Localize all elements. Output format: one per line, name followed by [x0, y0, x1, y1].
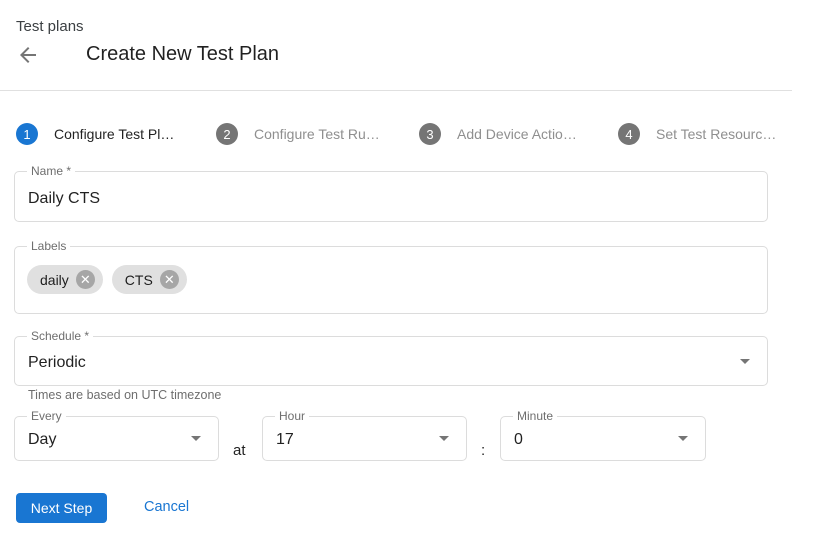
minute-select[interactable]: Minute 0: [500, 416, 706, 461]
chip-label: daily: [40, 272, 69, 288]
schedule-value: Periodic: [28, 354, 86, 372]
cancel-icon[interactable]: ✕: [76, 270, 95, 289]
name-input[interactable]: Daily CTS: [28, 190, 100, 208]
schedule-select[interactable]: Schedule * Periodic: [14, 336, 768, 386]
step-label: Configure Test Ru…: [254, 126, 380, 142]
cancel-button[interactable]: Cancel: [144, 499, 189, 515]
stepper-step-configure-test-run[interactable]: 2 Configure Test Ru…: [216, 121, 380, 147]
cancel-icon[interactable]: ✕: [160, 270, 179, 289]
stepper: 1 Configure Test Pl… 2 Configure Test Ru…: [0, 121, 824, 147]
hour-select[interactable]: Hour 17: [262, 416, 467, 461]
schedule-helper-text: Times are based on UTC timezone: [28, 388, 221, 402]
back-button[interactable]: [14, 41, 42, 69]
step-label: Add Device Actio…: [457, 126, 577, 142]
every-value: Day: [28, 431, 56, 449]
hour-field-label: Hour: [275, 409, 309, 424]
at-text: at: [233, 442, 246, 459]
chip-daily[interactable]: daily ✕: [27, 265, 103, 294]
chip-cts[interactable]: CTS ✕: [112, 265, 187, 294]
every-field-label: Every: [27, 409, 66, 424]
caret-down-icon: [191, 436, 201, 441]
stepper-step-configure-test-plan[interactable]: 1 Configure Test Pl…: [16, 121, 174, 147]
caret-down-icon: [439, 436, 449, 441]
header-divider: [0, 90, 792, 91]
schedule-field-label: Schedule *: [27, 329, 93, 344]
stepper-step-add-device-actions[interactable]: 3 Add Device Actio…: [419, 121, 577, 147]
next-step-button[interactable]: Next Step: [16, 493, 107, 523]
labels-field-label: Labels: [27, 239, 70, 254]
arrow-back-icon: [16, 43, 40, 67]
labels-field[interactable]: Labels daily ✕ CTS ✕: [14, 246, 768, 314]
step-number-badge: 4: [618, 123, 640, 145]
every-select[interactable]: Every Day: [14, 416, 219, 461]
hour-value: 17: [276, 431, 294, 449]
step-label: Set Test Resourc…: [656, 126, 776, 142]
name-field[interactable]: Name * Daily CTS: [14, 171, 768, 222]
chip-list: daily ✕ CTS ✕: [27, 265, 187, 294]
breadcrumb[interactable]: Test plans: [16, 18, 84, 35]
minute-value: 0: [514, 431, 523, 449]
step-number-badge: 1: [16, 123, 38, 145]
step-number-badge: 2: [216, 123, 238, 145]
chip-label: CTS: [125, 272, 153, 288]
minute-field-label: Minute: [513, 409, 557, 424]
colon-text: :: [481, 442, 485, 459]
caret-down-icon: [678, 436, 688, 441]
page-title: Create New Test Plan: [86, 43, 279, 66]
stepper-step-set-test-resources[interactable]: 4 Set Test Resourc…: [618, 121, 776, 147]
step-number-badge: 3: [419, 123, 441, 145]
caret-down-icon: [740, 359, 750, 364]
step-label: Configure Test Pl…: [54, 126, 174, 142]
name-field-label: Name *: [27, 164, 75, 179]
